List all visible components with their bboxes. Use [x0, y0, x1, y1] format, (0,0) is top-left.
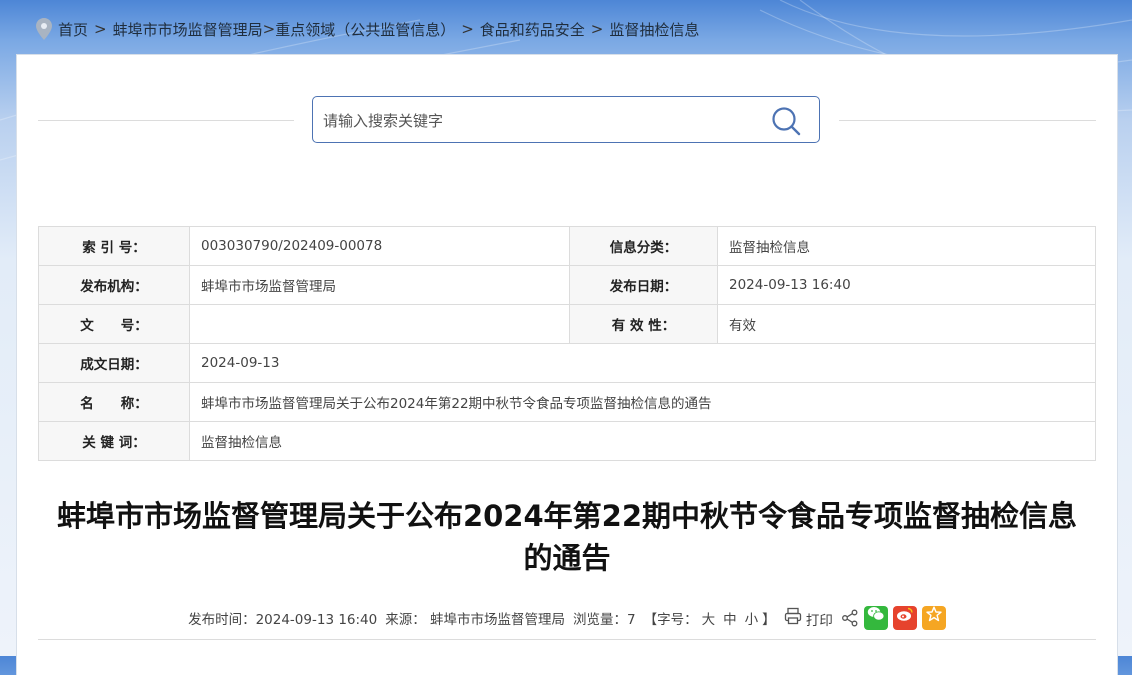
search-input[interactable]: [321, 105, 755, 137]
table-row: 成文日期： 2024-09-13: [38, 343, 1096, 383]
table-row: 索 引 号： 003030790/202409-00078 信息分类： 监督抽检…: [38, 226, 1096, 266]
weibo-icon: [896, 607, 913, 621]
publish-time: 发布时间：2024-09-13 16:40: [188, 612, 378, 628]
table-row: 关 键 词： 监督抽检信息: [38, 421, 1096, 461]
font-size-small-button[interactable]: 小: [745, 608, 759, 628]
breadcrumb-separator: >: [94, 20, 107, 38]
pubdate-value: 2024-09-13 16:40: [717, 265, 1096, 305]
breadcrumb-separator: >: [461, 20, 474, 38]
breadcrumb-separator: >: [262, 20, 276, 38]
breadcrumb-key-areas[interactable]: 重点领域（公共监管信息）: [275, 19, 455, 40]
printer-icon: [784, 607, 801, 625]
search-divider-left: [38, 120, 294, 121]
table-row: 发布机构： 蚌埠市市场监督管理局 发布日期： 2024-09-13 16:40: [38, 265, 1096, 305]
content-panel: 索 引 号： 003030790/202409-00078 信息分类： 监督抽检…: [16, 54, 1118, 675]
docno-value: [189, 304, 570, 344]
wechat-share-button[interactable]: [863, 606, 888, 630]
keyword-value: 监督抽检信息: [189, 421, 1096, 461]
print-button[interactable]: 打印: [784, 607, 833, 629]
org-value: 蚌埠市市场监督管理局: [189, 265, 570, 305]
wechat-icon: [867, 607, 885, 621]
table-row: 文 号： 有 效 性： 有效: [38, 304, 1096, 344]
article-title: 蚌埠市市场监督管理局关于公布2024年第22期中秋节令食品专项监督抽检信息的通告: [56, 499, 1078, 575]
star-icon: [926, 606, 942, 622]
font-size-close: 】: [762, 612, 776, 628]
name-label: 名 称：: [38, 382, 190, 422]
article-info-bar: 发布时间：2024-09-13 16:40 来源： 蚌埠市市场监督管理局 浏览量…: [17, 606, 1117, 630]
breadcrumb-bureau[interactable]: 蚌埠市市场监督管理局: [113, 19, 263, 40]
validity-label: 有 效 性：: [569, 304, 718, 344]
table-row: 名 称： 蚌埠市市场监督管理局关于公布2024年第22期中秋节令食品专项监督抽检…: [38, 382, 1096, 422]
validity-value: 有效: [717, 304, 1096, 344]
search-icon[interactable]: [771, 106, 801, 136]
content-divider: [38, 639, 1096, 640]
print-label: 打印: [805, 613, 833, 629]
breadcrumb-inspection-info[interactable]: 监督抽检信息: [609, 19, 699, 40]
article-source: 来源： 蚌埠市市场监督管理局: [385, 612, 566, 628]
name-value: 蚌埠市市场监督管理局关于公布2024年第22期中秋节令食品专项监督抽检信息的通告: [189, 382, 1096, 422]
date-label: 成文日期：: [38, 343, 190, 383]
docno-label: 文 号：: [38, 304, 190, 344]
pubdate-label: 发布日期：: [569, 265, 718, 305]
breadcrumb-home[interactable]: 首页: [58, 19, 88, 40]
keyword-label: 关 键 词：: [38, 421, 190, 461]
font-size-large-button[interactable]: 大: [702, 608, 716, 628]
breadcrumb-food-drug-safety[interactable]: 食品和药品安全: [480, 19, 585, 40]
category-value: 监督抽检信息: [717, 226, 1096, 266]
favorite-button[interactable]: [921, 606, 946, 630]
document-metadata-table: 索 引 号： 003030790/202409-00078 信息分类： 监督抽检…: [38, 226, 1096, 461]
category-label: 信息分类：: [569, 226, 718, 266]
font-size-open: 【字号：: [643, 612, 698, 628]
breadcrumb-separator: >: [590, 20, 604, 38]
location-pin-icon: [36, 18, 52, 40]
search-box: [312, 96, 820, 143]
font-size-medium-button[interactable]: 中: [723, 608, 737, 628]
index-value: 003030790/202409-00078: [189, 226, 570, 266]
share-icon[interactable]: [841, 609, 859, 627]
date-value: 2024-09-13: [189, 343, 1096, 383]
search-divider-right: [839, 120, 1096, 121]
weibo-share-button[interactable]: [892, 606, 917, 630]
breadcrumb: 首页 > 蚌埠市市场监督管理局 > 重点领域（公共监管信息） > 食品和药品安全…: [36, 17, 699, 41]
view-count: 浏览量：7: [573, 612, 636, 628]
index-label: 索 引 号：: [38, 226, 190, 266]
org-label: 发布机构：: [38, 265, 190, 305]
